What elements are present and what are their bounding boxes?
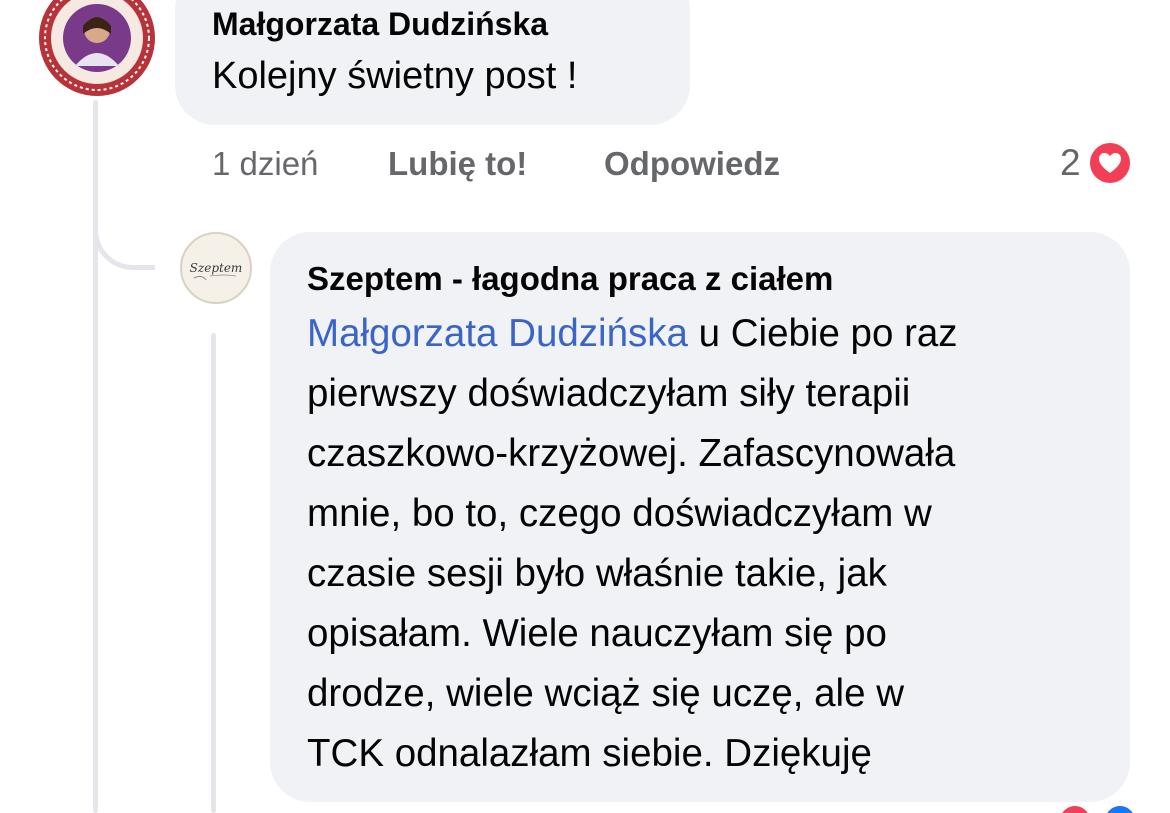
seal-portrait-avatar[interactable] xyxy=(37,0,157,98)
comment-timestamp[interactable]: 1 dzień xyxy=(212,145,318,183)
reply-text-line: czaszkowo-krzyżowej. Zafascynowała xyxy=(307,432,956,475)
reply-text-line: pierwszy doświadczyłam siły terapii xyxy=(307,372,911,415)
comment-text: Kolejny świetny post ! xyxy=(212,55,578,97)
reply-text: Małgorzata Dudzińska u Ciebie po raz pie… xyxy=(307,304,1107,784)
comment-thread: Małgorzata Dudzińska Kolejny świetny pos… xyxy=(0,0,1170,813)
reply-text-segment: u Ciebie po raz xyxy=(687,312,958,355)
reaction-summary[interactable]: 2 xyxy=(1060,138,1133,188)
svg-text:Szeptem: Szeptem xyxy=(190,261,243,275)
like-button[interactable]: Lubię to! xyxy=(388,145,527,183)
reply-thread-line xyxy=(211,333,216,813)
mention-link[interactable]: Małgorzata Dudzińska xyxy=(307,312,688,355)
reply-text-line: TCK odnalazłam siebie. Dziękuję xyxy=(307,732,872,775)
reply-reaction-like-icon xyxy=(1105,806,1135,813)
reply-button[interactable]: Odpowiedz xyxy=(604,145,780,183)
heart-icon xyxy=(1086,140,1133,186)
thread-connector-curve xyxy=(93,200,155,270)
reply-text-line: drodze, wiele wciąż się uczę, ale w xyxy=(307,672,905,715)
reply-text-line: Małgorzata Dudzińska u Ciebie po raz xyxy=(307,304,1107,364)
reply-reaction-heart-icon xyxy=(1060,806,1090,813)
comment-author-name[interactable]: Małgorzata Dudzińska xyxy=(212,6,548,43)
szeptem-logo-avatar[interactable]: Szeptem xyxy=(180,232,252,304)
reply-text-line: czasie sesji było właśnie takie, jak xyxy=(307,552,887,595)
reaction-count: 2 xyxy=(1060,142,1081,183)
reply-text-line: mnie, bo to, czego doświadczyłam w xyxy=(307,492,932,535)
reply-author-name[interactable]: Szeptem - łagodna praca z ciałem xyxy=(307,260,833,298)
reply-text-line: opisałam. Wiele nauczyłam się po xyxy=(307,612,887,655)
